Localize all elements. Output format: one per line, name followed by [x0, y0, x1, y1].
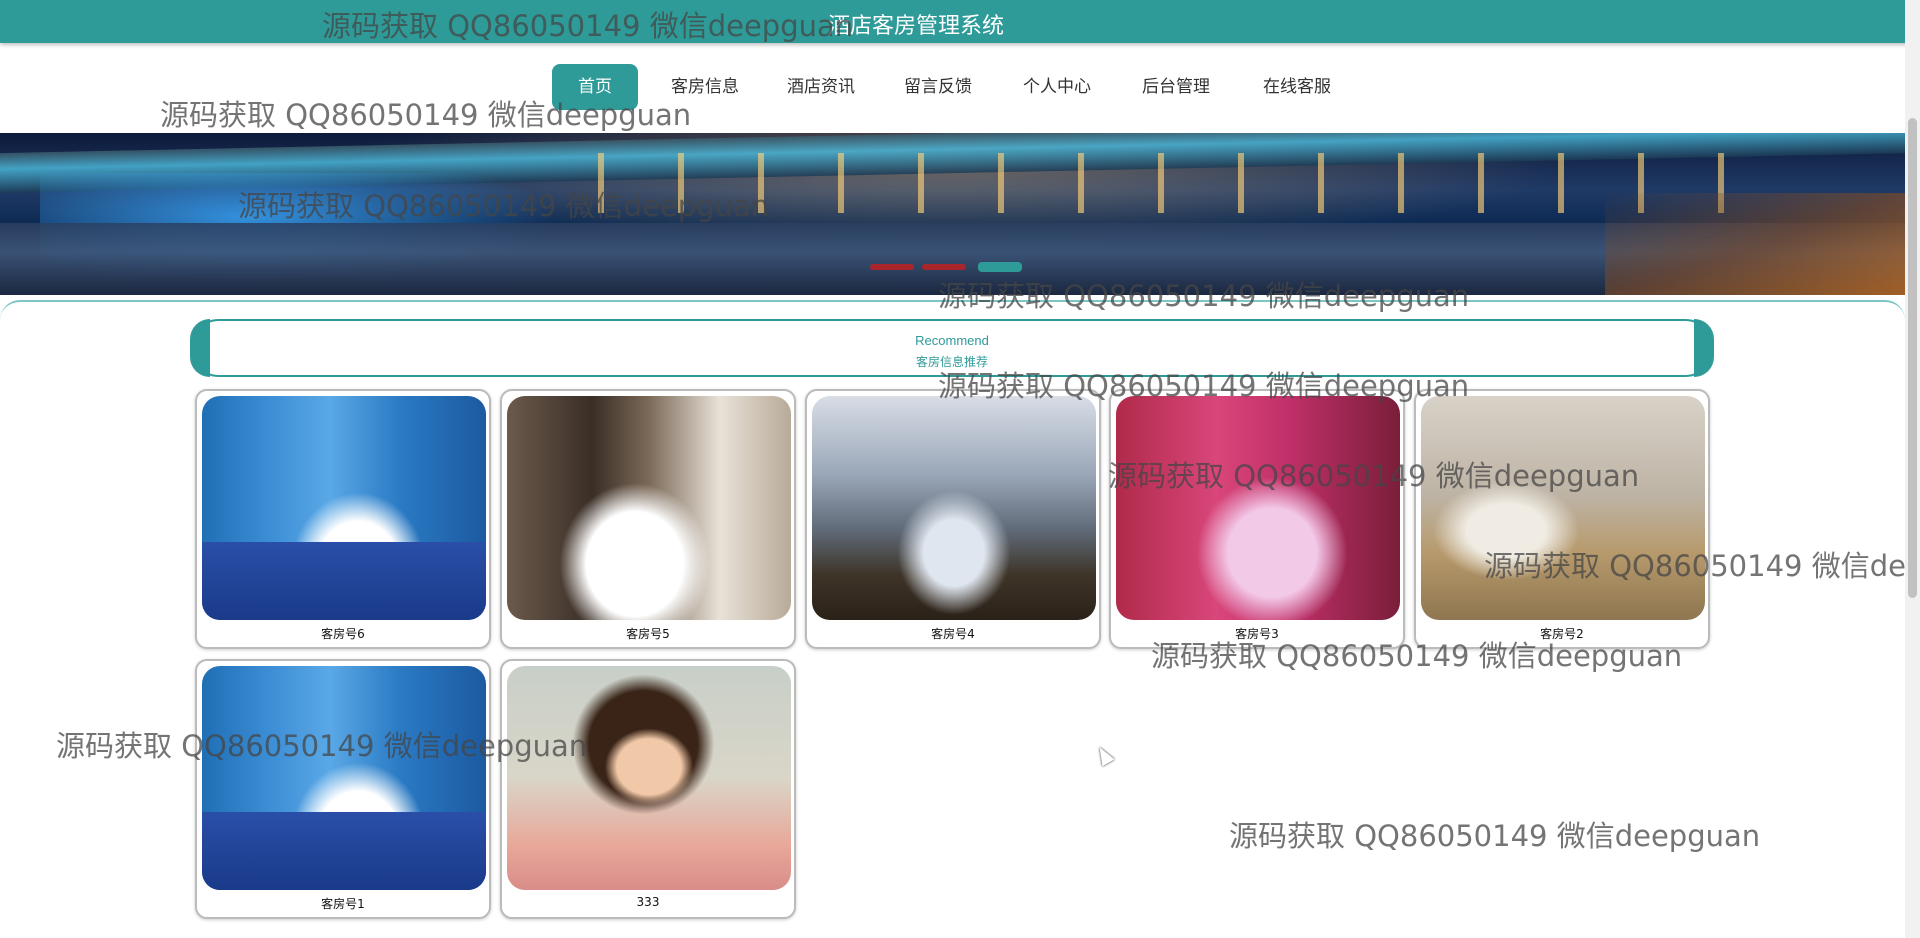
scrollbar-thumb[interactable]: [1908, 118, 1917, 598]
hero-banner[interactable]: [0, 133, 1905, 295]
room-card[interactable]: 客房号4: [805, 389, 1101, 649]
room-card[interactable]: 客房号2: [1414, 389, 1710, 649]
main-nav: 首页 客房信息 酒店资讯 留言反馈 个人中心 后台管理 在线客服: [0, 60, 1920, 130]
banner-dot-3[interactable]: [978, 262, 1022, 272]
room-name: 客房号6: [321, 627, 365, 641]
recommend-title-zh: 客房信息推荐: [915, 355, 988, 369]
room-name: 客房号4: [931, 627, 975, 641]
room-name: 客房号2: [1540, 627, 1584, 641]
nav-home[interactable]: 首页: [552, 64, 638, 110]
top-bar: 酒店客房管理系统: [0, 0, 1920, 43]
room-name: 客房号1: [321, 897, 365, 911]
banner-dot-1[interactable]: [870, 264, 914, 270]
room-photo: [202, 666, 486, 890]
room-card[interactable]: 333: [500, 659, 796, 919]
site-title: 酒店客房管理系统: [827, 14, 1004, 39]
room-photo: [507, 396, 791, 620]
room-card[interactable]: 客房号3: [1109, 389, 1405, 649]
room-photo: [202, 396, 486, 620]
room-card[interactable]: 客房号5: [500, 389, 796, 649]
banner-city-lights: [560, 153, 1760, 213]
nav-news[interactable]: 酒店资讯: [776, 64, 866, 110]
room-photo: [507, 666, 791, 890]
nav-admin[interactable]: 后台管理: [1131, 64, 1221, 110]
banner-dot-2[interactable]: [922, 264, 966, 270]
banner-railing: [1605, 193, 1905, 295]
room-name: 客房号5: [626, 627, 670, 641]
room-card[interactable]: 客房号1: [195, 659, 491, 919]
recommend-header: Recommend 客房信息推荐: [190, 319, 1714, 377]
nav-support[interactable]: 在线客服: [1252, 64, 1342, 110]
nav-profile[interactable]: 个人中心: [1012, 64, 1102, 110]
room-photo: [1421, 396, 1705, 620]
room-card[interactable]: 客房号6: [195, 389, 491, 649]
nav-rooms[interactable]: 客房信息: [660, 64, 750, 110]
room-photo: [1116, 396, 1400, 620]
room-photo: [812, 396, 1096, 620]
room-name: 333: [636, 895, 660, 909]
nav-feedback[interactable]: 留言反馈: [893, 64, 983, 110]
room-name: 客房号3: [1235, 627, 1279, 641]
recommend-title-en: Recommend: [915, 333, 989, 348]
